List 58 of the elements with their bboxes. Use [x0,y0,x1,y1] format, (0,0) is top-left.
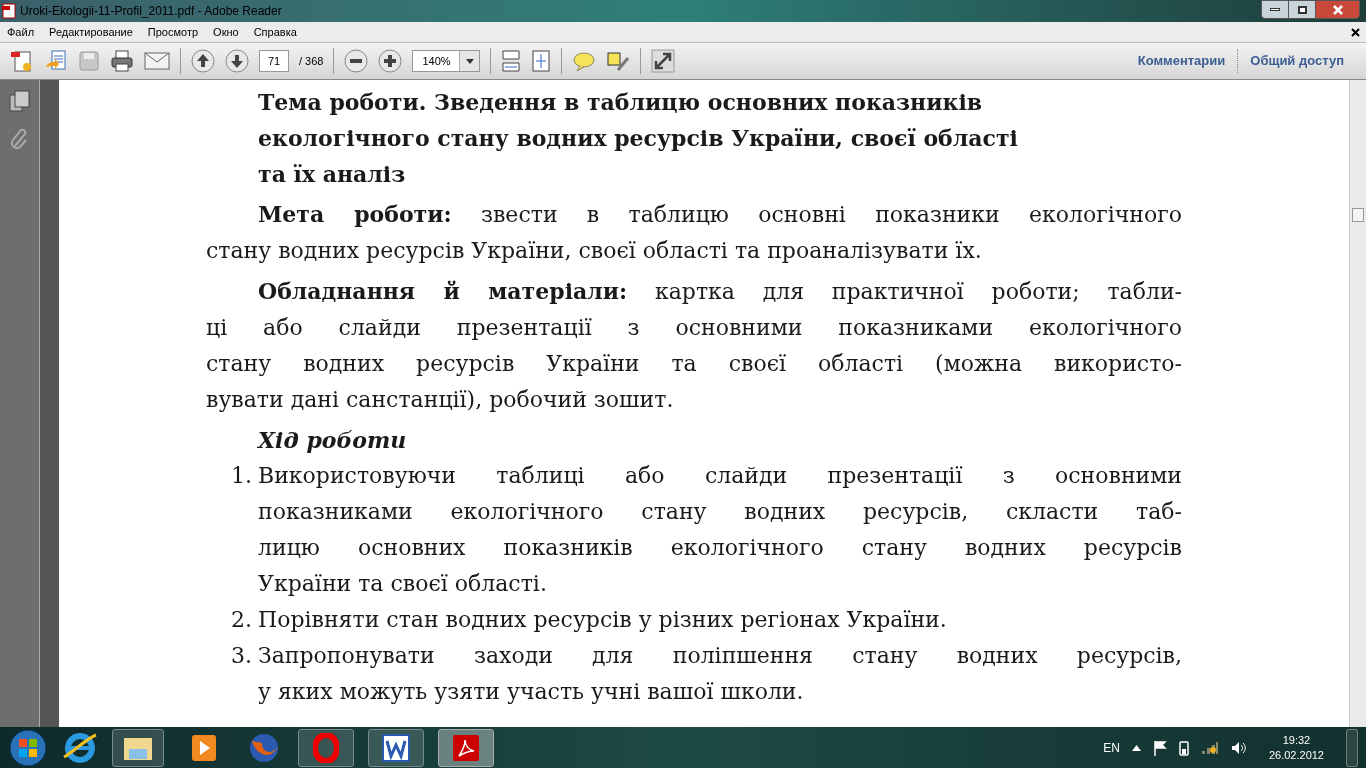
pdf-icon [452,733,480,762]
o-letter-icon [313,732,339,763]
start-button[interactable] [8,728,48,767]
toolbar-link[interactable]: Общий доступ [1238,51,1356,71]
close-button[interactable] [1315,0,1360,19]
opera-taskbar-button[interactable] [298,728,354,767]
zoom-dropdown[interactable]: 140% [412,50,481,72]
menu-item[interactable]: Редактирование [49,23,133,41]
pdf-taskbar-button[interactable] [438,728,494,767]
show-desktop-button[interactable] [1346,728,1358,767]
flag-icon[interactable] [1152,739,1167,756]
browser-e-icon[interactable] [62,730,98,765]
previous-page-icon[interactable] [191,49,215,73]
signal-bars-icon[interactable] [1200,740,1219,755]
menu-item[interactable]: Справка [253,23,297,41]
maximize-button[interactable] [1289,0,1315,19]
language-indicator[interactable]: EN [1103,738,1120,757]
list-number: 2. [230,606,253,634]
pages-icon[interactable] [8,90,31,112]
minimize-button[interactable] [1261,0,1289,19]
list-number: 3. [230,642,253,670]
paragraph: Обладнання й матеріали: картка для практичної роботи; табли- ці або слайди презентації з основними показниками екологічного стану водних ресурсів України та своєї області (можна використо- вувати дані санстанції), робочий зошит. [206,277,1182,414]
create-pdf-icon[interactable] [10,49,34,73]
list-item-text: Запропонувати заходи для поліпшення стану водних ресурсів, у яких можуть узяти участь учні вашої школи. [258,642,1182,706]
highlight-text-icon[interactable] [606,50,631,72]
print-icon[interactable] [110,49,134,73]
w-letter-icon [382,733,410,762]
next-page-icon[interactable] [225,49,249,73]
list-number: 1. [230,462,253,490]
section-title: Хід роботи [258,426,407,455]
pdf-icon [2,3,16,19]
close-icon [1331,4,1344,15]
fit-width-icon[interactable] [501,49,522,73]
speaker-icon[interactable] [1230,740,1247,755]
menu-item[interactable]: Просмотр [147,23,199,41]
comment-icon[interactable] [572,50,597,72]
page-total: / 368 [299,53,324,69]
paperclip-icon[interactable] [9,128,30,150]
paragraph: Мета роботи: звести в таблицю основні показники екологічного стану водних ресурсів України, своєї області та проаналізувати їх. [206,200,1182,265]
triangle-up-icon[interactable] [1131,744,1141,751]
clock[interactable]: 19:32 26.02.2012 [1268,732,1324,763]
email-icon[interactable] [144,51,170,71]
expand-icon[interactable] [651,49,676,73]
list-item-text: Використовуючи таблиці або слайди презентації з основними показниками екологічного стану водних ресурсів, скласти таб- лицю основних показників екологічного стану водних ресурсів України та своєї області. [258,462,1182,598]
list-item-text: Порівняти стан водних ресурсів у різних регіонах України. [258,606,948,634]
fit-page-icon[interactable] [531,49,552,73]
window-title: Uroki-Ekologii-11-Profil_2011.pdf - Adobe Reader [20,3,282,20]
menu-item[interactable]: Окно [213,23,239,41]
close-icon[interactable] [1351,27,1360,37]
zoom-out-icon[interactable] [344,49,369,73]
caret-icon [465,58,474,64]
menu-item[interactable]: Файл [7,23,35,41]
toolbar-link[interactable]: Комментарии [1125,51,1238,71]
battery-icon[interactable] [1178,739,1189,756]
page-number-field[interactable]: 71 [259,50,289,72]
zoom-in-icon[interactable] [378,49,403,73]
word-taskbar-button[interactable] [368,728,424,767]
folder-taskbar-button[interactable] [112,728,164,767]
